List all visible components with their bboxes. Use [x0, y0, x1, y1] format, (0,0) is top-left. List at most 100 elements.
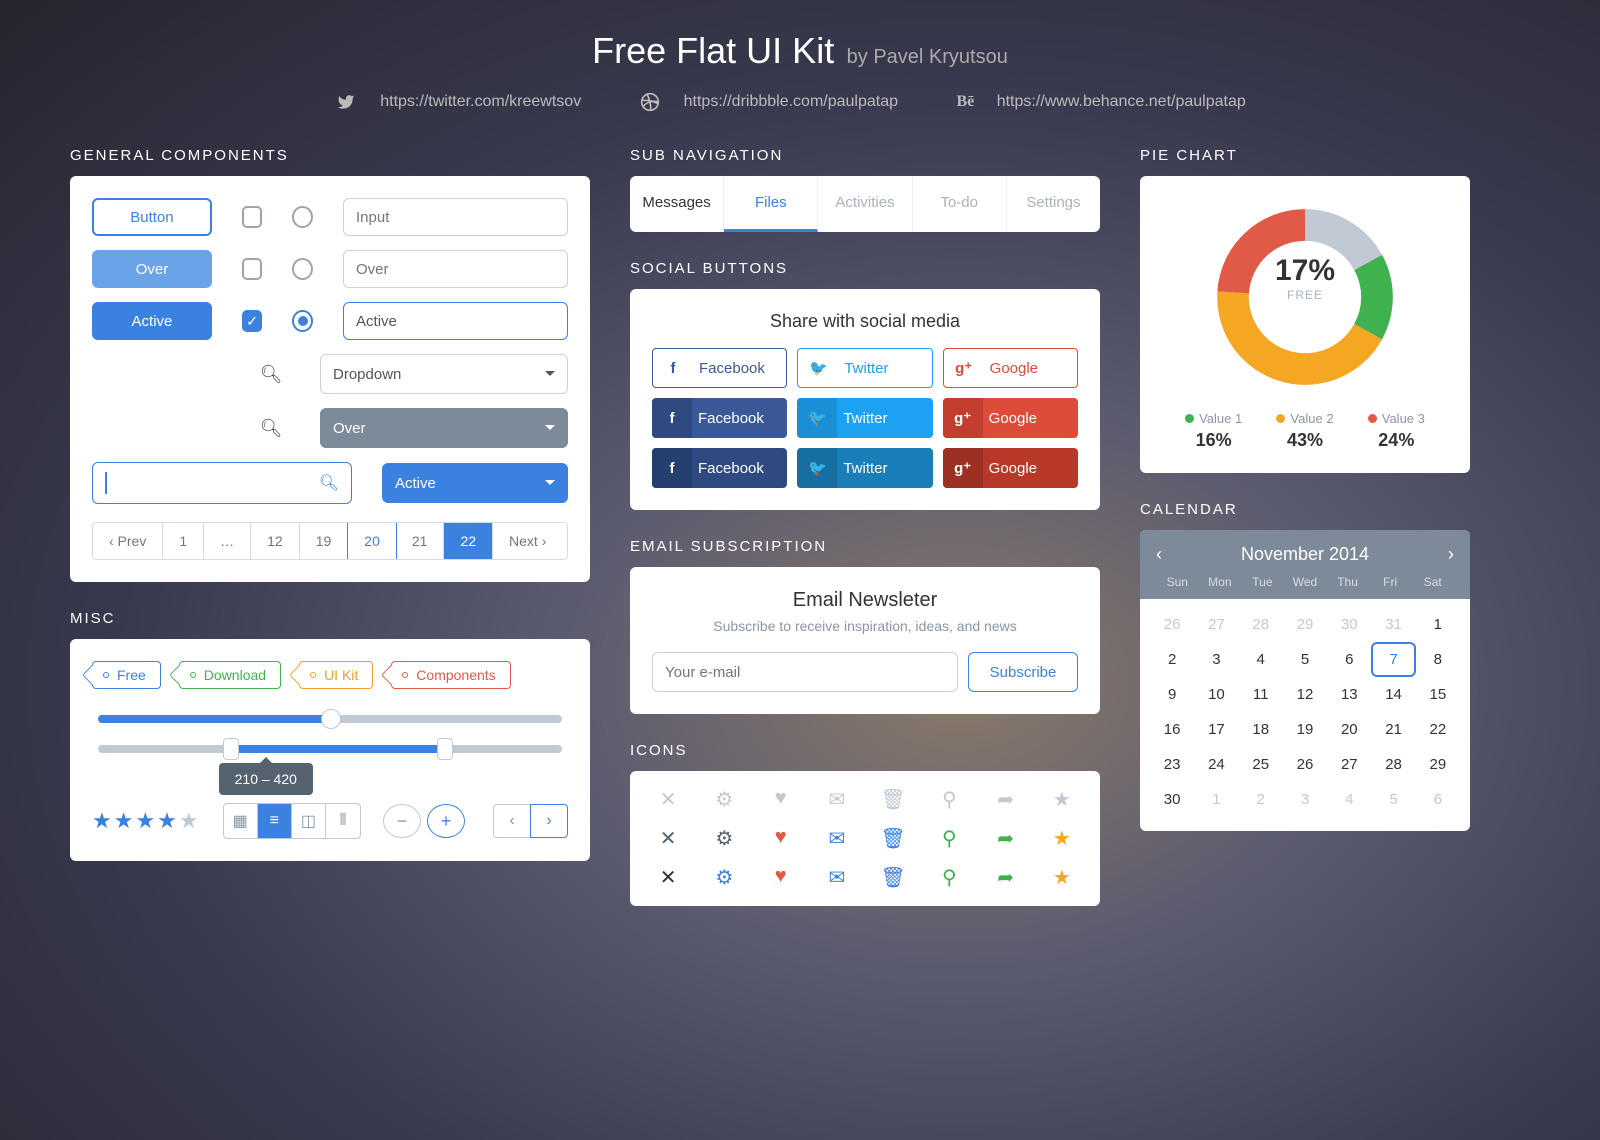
facebook-button-outline[interactable]: fFacebook: [652, 348, 787, 388]
calendar-prev-button[interactable]: ‹: [1156, 544, 1162, 565]
pagination-page[interactable]: 21: [396, 523, 445, 559]
pagination-prev[interactable]: ‹ Prev: [93, 523, 163, 559]
calendar-day[interactable]: 10: [1194, 677, 1238, 712]
calendar-day[interactable]: 4: [1239, 642, 1283, 677]
pagination-page[interactable]: 1: [163, 523, 204, 559]
tag-uikit[interactable]: UI Kit: [299, 661, 373, 689]
zoom-out-button[interactable]: −: [383, 804, 421, 838]
dropdown-over[interactable]: Over: [320, 408, 568, 448]
email-input[interactable]: [652, 652, 958, 692]
twitter-button-outline[interactable]: 🐦Twitter: [797, 348, 932, 388]
calendar-day[interactable]: 4: [1327, 782, 1371, 817]
tab-messages[interactable]: Messages: [630, 176, 724, 232]
tab-activities[interactable]: Activities: [818, 176, 912, 232]
dribbble-link[interactable]: https://dribbble.com/paulpatap: [640, 93, 916, 110]
calendar-day[interactable]: 29: [1416, 747, 1460, 782]
calendar-day[interactable]: 2: [1150, 642, 1194, 677]
tag-download[interactable]: Download: [179, 661, 281, 689]
radio-unchecked[interactable]: [292, 206, 313, 228]
calendar-day[interactable]: 19: [1283, 712, 1327, 747]
calendar-day[interactable]: 1: [1416, 607, 1460, 642]
dropdown-default[interactable]: Dropdown: [320, 354, 568, 394]
input-active[interactable]: [343, 302, 568, 340]
calendar-day[interactable]: 25: [1239, 747, 1283, 782]
calendar-day[interactable]: 7: [1371, 642, 1415, 677]
calendar-day[interactable]: 27: [1194, 607, 1238, 642]
slider-single[interactable]: [98, 715, 562, 723]
calendar-day[interactable]: 5: [1371, 782, 1415, 817]
tab-todo[interactable]: To-do: [913, 176, 1007, 232]
dropdown-active[interactable]: Active: [382, 463, 568, 503]
prev-button[interactable]: ‹: [493, 804, 531, 838]
checkbox-checked[interactable]: ✓: [242, 310, 263, 332]
button-over[interactable]: Over: [92, 250, 212, 288]
tab-settings[interactable]: Settings: [1007, 176, 1100, 232]
view-list-icon[interactable]: ≡: [258, 804, 292, 838]
calendar-day[interactable]: 20: [1327, 712, 1371, 747]
calendar-day[interactable]: 8: [1416, 642, 1460, 677]
calendar-day[interactable]: 13: [1327, 677, 1371, 712]
calendar-day[interactable]: 30: [1150, 782, 1194, 817]
calendar-day[interactable]: 22: [1416, 712, 1460, 747]
tag-components[interactable]: Components: [391, 661, 510, 689]
calendar-day[interactable]: 28: [1239, 607, 1283, 642]
facebook-button-dark[interactable]: fFacebook: [652, 448, 787, 488]
star-rating[interactable]: ★★★★★: [92, 808, 201, 834]
calendar-day[interactable]: 18: [1239, 712, 1283, 747]
calendar-day[interactable]: 3: [1194, 642, 1238, 677]
checkbox-unchecked[interactable]: [242, 206, 263, 228]
zoom-in-button[interactable]: +: [427, 804, 465, 838]
search-input[interactable]: 🔍︎: [92, 462, 352, 504]
behance-link[interactable]: Bē https://www.behance.net/paulpatap: [956, 93, 1263, 110]
google-button-fill[interactable]: g⁺Google: [943, 398, 1078, 438]
calendar-day[interactable]: 5: [1283, 642, 1327, 677]
calendar-day[interactable]: 26: [1150, 607, 1194, 642]
calendar-day[interactable]: 14: [1371, 677, 1415, 712]
pagination-page[interactable]: 12: [251, 523, 300, 559]
radio-checked[interactable]: [292, 310, 313, 332]
button-active[interactable]: Active: [92, 302, 212, 340]
twitter-link[interactable]: https://twitter.com/kreewtsov: [336, 93, 599, 110]
pagination-page-current[interactable]: 22: [444, 523, 493, 559]
calendar-day[interactable]: 24: [1194, 747, 1238, 782]
subscribe-button[interactable]: Subscribe: [968, 652, 1078, 692]
facebook-button-fill[interactable]: fFacebook: [652, 398, 787, 438]
radio-unchecked-2[interactable]: [292, 258, 313, 280]
checkbox-unchecked-2[interactable]: [242, 258, 263, 280]
tag-free[interactable]: Free: [92, 661, 161, 689]
calendar-day[interactable]: 27: [1327, 747, 1371, 782]
google-button-dark[interactable]: g⁺Google: [943, 448, 1078, 488]
pagination-page[interactable]: 20: [347, 522, 397, 560]
calendar-day[interactable]: 2: [1239, 782, 1283, 817]
calendar-day[interactable]: 30: [1327, 607, 1371, 642]
calendar-next-button[interactable]: ›: [1448, 544, 1454, 565]
calendar-day[interactable]: 6: [1327, 642, 1371, 677]
twitter-button-dark[interactable]: 🐦Twitter: [797, 448, 932, 488]
slider-range[interactable]: 210 – 420: [98, 745, 562, 753]
calendar-day[interactable]: 6: [1416, 782, 1460, 817]
calendar-day[interactable]: 12: [1283, 677, 1327, 712]
input-default[interactable]: [343, 198, 568, 236]
twitter-button-fill[interactable]: 🐦Twitter: [797, 398, 932, 438]
calendar-day[interactable]: 28: [1371, 747, 1415, 782]
google-button-outline[interactable]: g⁺Google: [943, 348, 1078, 388]
calendar-day[interactable]: 21: [1371, 712, 1415, 747]
calendar-day[interactable]: 26: [1283, 747, 1327, 782]
button-default[interactable]: Button: [92, 198, 212, 236]
calendar-day[interactable]: 31: [1371, 607, 1415, 642]
calendar-day[interactable]: 15: [1416, 677, 1460, 712]
next-button[interactable]: ›: [530, 804, 568, 838]
pagination-page[interactable]: 19: [300, 523, 349, 559]
calendar-day[interactable]: 3: [1283, 782, 1327, 817]
tab-files[interactable]: Files: [724, 176, 818, 232]
view-columns-icon[interactable]: ◫: [292, 804, 326, 838]
calendar-day[interactable]: 23: [1150, 747, 1194, 782]
input-over[interactable]: [343, 250, 568, 288]
calendar-day[interactable]: 9: [1150, 677, 1194, 712]
calendar-day[interactable]: 1: [1194, 782, 1238, 817]
calendar-day[interactable]: 16: [1150, 712, 1194, 747]
calendar-day[interactable]: 17: [1194, 712, 1238, 747]
view-scan-icon[interactable]: ⦀: [326, 804, 360, 838]
pagination-next[interactable]: Next ›: [493, 523, 562, 559]
calendar-day[interactable]: 29: [1283, 607, 1327, 642]
